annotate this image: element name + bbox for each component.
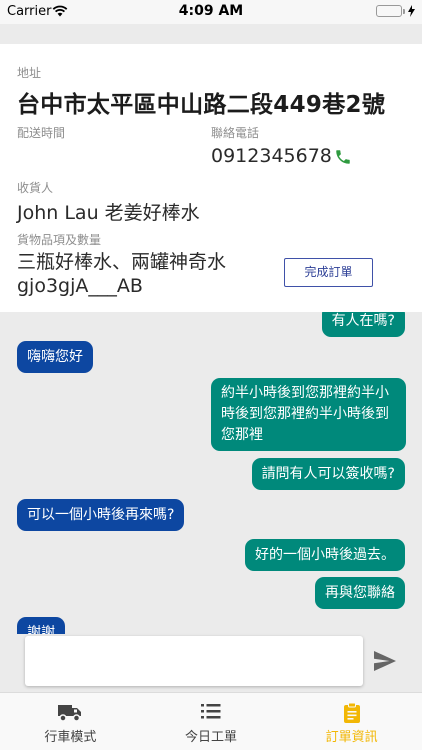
chat-message-outgoing: 請問有人可以簽收嗎? xyxy=(251,458,405,490)
truck-icon xyxy=(57,702,83,726)
tab-label: 今日工單 xyxy=(185,730,238,745)
chat-message-incoming: 謝謝 xyxy=(17,617,65,634)
tab-label: 行車模式 xyxy=(44,730,97,745)
tab-today-orders[interactable]: 今日工單 xyxy=(141,693,282,750)
status-bar: Carrier 4:09 AM xyxy=(0,0,422,24)
message-input[interactable] xyxy=(25,636,363,686)
phone-value[interactable]: 0912345678 xyxy=(211,145,332,167)
chat-message-outgoing: 約半小時後到您那裡約半小時後到您那裡約半小時後到您那裡 xyxy=(211,378,406,451)
app-screen: Carrier 4:09 AM 地址 台中市太平區中山路二段449巷2號 配送時… xyxy=(0,0,422,750)
nav-band xyxy=(0,24,422,44)
chat-message-outgoing: 再與您聯絡 xyxy=(315,577,405,609)
status-time: 4:09 AM xyxy=(178,3,244,19)
message-input-bar xyxy=(0,634,422,692)
send-icon[interactable] xyxy=(373,650,397,676)
tab-label: 訂單資訊 xyxy=(325,730,378,745)
address-label: 地址 xyxy=(17,66,42,80)
phone-label: 聯絡電話 xyxy=(211,126,260,140)
goods-label: 貨物品項及數量 xyxy=(17,233,102,247)
delivery-time-label: 配送時間 xyxy=(17,126,66,140)
complete-order-button[interactable]: 完成訂單 xyxy=(284,258,373,287)
tab-order-info[interactable]: 訂單資訊 xyxy=(281,693,422,750)
chat-message-outgoing: 有人在嗎? xyxy=(321,312,405,337)
tab-driving-mode[interactable]: 行車模式 xyxy=(0,693,141,750)
clipboard-icon xyxy=(343,702,361,728)
tab-bar: 行車模式 今日工單 訂單資訊 xyxy=(0,692,422,750)
chat-message-incoming: 可以一個小時後再來嗎? xyxy=(17,499,185,531)
receiver-label: 收貨人 xyxy=(17,181,54,195)
chat-message-incoming: 嗨嗨您好 xyxy=(17,341,93,373)
order-info-card: 地址 台中市太平區中山路二段449巷2號 配送時間 聯絡電話 091234567… xyxy=(0,44,422,312)
chat-message-outgoing: 好的一個小時後過去。 xyxy=(245,539,405,571)
address-value: 台中市太平區中山路二段449巷2號 xyxy=(17,92,386,118)
receiver-value: John Lau 老姜好棒水 xyxy=(17,202,200,224)
battery-icon xyxy=(376,5,415,17)
list-icon xyxy=(200,702,222,724)
phone-icon[interactable] xyxy=(334,148,352,170)
goods-value: 三瓶好棒水、兩罐神奇水gjo3gjA___AB xyxy=(17,251,227,297)
chat-area[interactable]: 有人在嗎? 嗨嗨您好 約半小時後到您那裡約半小時後到您那裡約半小時後到您那裡 請… xyxy=(0,312,422,634)
charging-icon xyxy=(408,5,415,17)
